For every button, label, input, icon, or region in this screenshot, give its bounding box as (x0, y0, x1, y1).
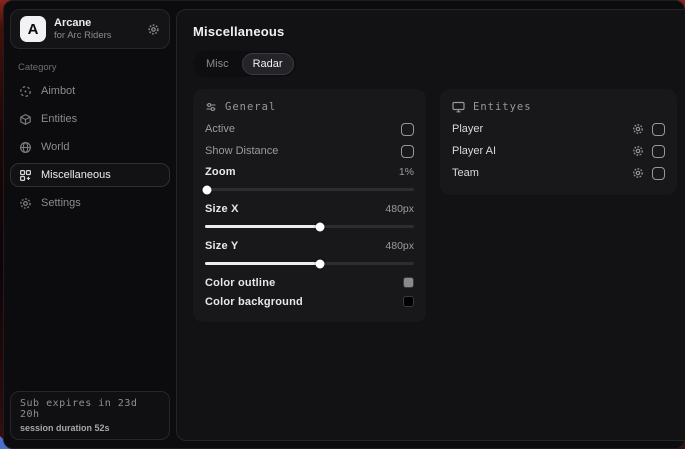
active-row: Active (205, 118, 414, 140)
sidebar-item-world[interactable]: World (10, 135, 170, 159)
globe-icon (19, 141, 32, 154)
color-background-swatch[interactable] (403, 296, 414, 307)
color-background-row: Color background (205, 292, 414, 311)
sidebar-item-entities[interactable]: Entities (10, 107, 170, 131)
player-checkbox[interactable] (652, 123, 665, 136)
gear-icon[interactable] (632, 145, 644, 157)
show-distance-label: Show Distance (205, 145, 278, 157)
player-ai-checkbox[interactable] (652, 145, 665, 158)
size-y-slider[interactable] (205, 262, 414, 265)
size-x-label: Size X (205, 203, 239, 215)
subscription-card: Sub expires in 23d 20h session duration … (10, 391, 170, 440)
color-background-label: Color background (205, 296, 303, 308)
page-title: Miscellaneous (193, 24, 677, 39)
tab-misc[interactable]: Misc (195, 53, 240, 75)
zoom-value: 1% (399, 166, 414, 178)
team-row: Team (452, 162, 665, 184)
show-distance-row: Show Distance (205, 140, 414, 162)
gear-icon[interactable] (147, 23, 160, 36)
entities-card: Entityes Player Player AI (440, 89, 677, 195)
sidebar-item-label: Miscellaneous (41, 169, 111, 181)
cube-icon (19, 113, 32, 126)
sidebar-item-label: Settings (41, 197, 81, 209)
sub-expiry-text: Sub expires in 23d 20h (20, 398, 160, 420)
active-label: Active (205, 123, 235, 135)
sidebar-item-label: World (41, 141, 70, 153)
entities-card-header: Entityes (452, 101, 665, 113)
general-card-header: General (205, 101, 414, 113)
profile-card: A Arcane for Arc Riders (10, 9, 170, 49)
grid-icon (19, 169, 32, 182)
crosshair-icon (19, 85, 32, 98)
category-label: Category (18, 62, 170, 73)
sidebar-item-aimbot[interactable]: Aimbot (10, 79, 170, 103)
zoom-slider-group: Zoom 1% (205, 162, 414, 191)
monitor-icon (452, 101, 465, 113)
size-y-label: Size Y (205, 240, 238, 252)
player-label: Player (452, 123, 483, 135)
zoom-label: Zoom (205, 166, 236, 178)
main-panel: Miscellaneous Misc Radar General Active (176, 9, 685, 441)
size-x-slider-thumb[interactable] (315, 222, 324, 231)
color-outline-swatch[interactable] (403, 277, 414, 288)
size-x-slider[interactable] (205, 225, 414, 228)
player-ai-row: Player AI (452, 140, 665, 162)
app-window: A Arcane for Arc Riders Category Aimbot … (3, 0, 685, 449)
color-outline-row: Color outline (205, 273, 414, 292)
gear-icon[interactable] (632, 123, 644, 135)
size-x-value: 480px (385, 203, 414, 215)
show-distance-checkbox[interactable] (401, 145, 414, 158)
sidebar-item-label: Entities (41, 113, 77, 125)
size-y-slider-group: Size Y 480px (205, 236, 414, 265)
sidebar-item-settings[interactable]: Settings (10, 191, 170, 215)
app-subtitle: for Arc Riders (54, 30, 112, 41)
zoom-slider[interactable] (205, 188, 414, 191)
size-y-value: 480px (385, 240, 414, 252)
color-outline-label: Color outline (205, 277, 275, 289)
sidebar: A Arcane for Arc Riders Category Aimbot … (4, 1, 176, 448)
gear-icon[interactable] (632, 167, 644, 179)
size-y-slider-thumb[interactable] (315, 259, 324, 268)
player-row: Player (452, 118, 665, 140)
team-checkbox[interactable] (652, 167, 665, 180)
player-ai-label: Player AI (452, 145, 496, 157)
app-logo: A (20, 16, 46, 42)
session-duration-text: session duration 52s (20, 423, 160, 433)
app-name: Arcane (54, 17, 112, 30)
sidebar-item-label: Aimbot (41, 85, 75, 97)
gear-icon (19, 197, 32, 210)
tab-bar: Misc Radar (193, 51, 296, 77)
sliders-icon (205, 101, 217, 113)
cards-row: General Active Show Distance Zoom 1% (193, 89, 677, 322)
entities-card-title: Entityes (473, 101, 532, 113)
team-label: Team (452, 167, 479, 179)
tab-radar[interactable]: Radar (242, 53, 294, 75)
general-card: General Active Show Distance Zoom 1% (193, 89, 426, 322)
profile-text: Arcane for Arc Riders (54, 17, 112, 41)
zoom-slider-thumb[interactable] (203, 185, 212, 194)
active-checkbox[interactable] (401, 123, 414, 136)
size-x-slider-group: Size X 480px (205, 199, 414, 228)
sidebar-item-miscellaneous[interactable]: Miscellaneous (10, 163, 170, 187)
general-card-title: General (225, 101, 276, 113)
